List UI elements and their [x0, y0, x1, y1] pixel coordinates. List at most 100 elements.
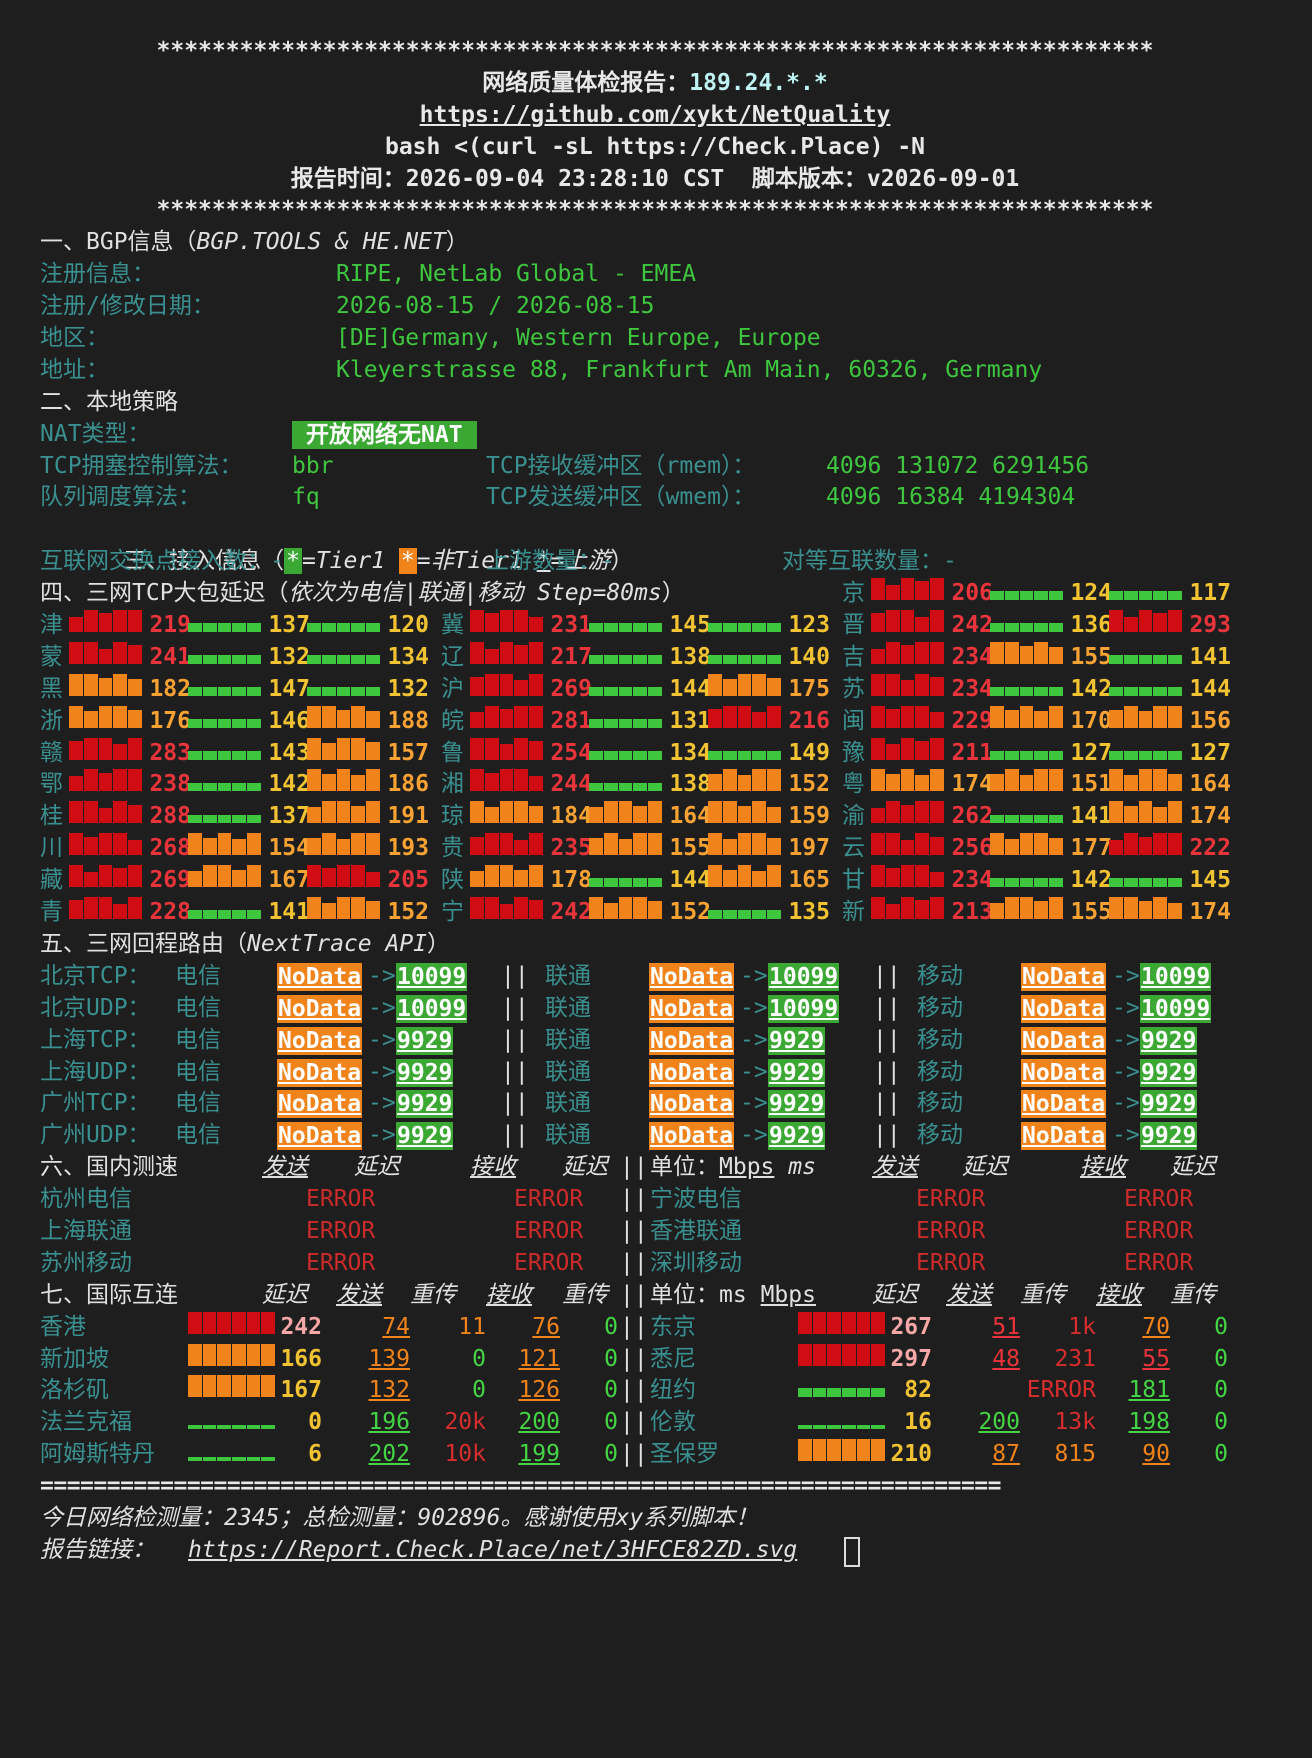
latency-bar	[589, 801, 663, 824]
latency-bar	[871, 737, 945, 760]
latency-bar	[708, 833, 782, 856]
latency-bar-segment	[798, 1387, 812, 1398]
intl-recv-value: 70	[1142, 1313, 1170, 1340]
latency-bar-segment	[514, 801, 529, 824]
latency-value: 155	[1070, 643, 1112, 670]
latency-bar-segment	[1049, 623, 1063, 633]
latency-bar-segment	[633, 655, 648, 664]
region-name: 闽	[842, 707, 865, 734]
route-as-number: 9929	[396, 1090, 454, 1119]
route-nodata: NoData	[277, 994, 363, 1023]
report-link[interactable]: https://Report.Check.Place/net/3HFCE82ZD…	[188, 1535, 797, 1567]
region-name: 云	[842, 835, 865, 862]
route-as-number: 10099	[396, 962, 468, 991]
route-isp: 移动	[917, 962, 963, 989]
latency-bar	[871, 897, 945, 920]
report-time: 报告时间：2026-09-04 23:28:10 CST 脚本版本：v2026-…	[290, 165, 1020, 192]
latency-bar-segment	[990, 878, 1004, 888]
latency-bar-segment	[246, 1343, 261, 1366]
latency-bar-segment	[871, 897, 885, 920]
repo-link[interactable]: https://github.com/xykt/NetQuality	[40, 100, 1270, 132]
intl-row: 阿姆斯特丹 6 202 10k 199 0 || 圣保罗 210 87 815 90 0	[40, 1439, 1280, 1471]
latency-value: 205	[387, 867, 429, 894]
latency-bar	[69, 641, 143, 664]
latency-bar-segment	[188, 750, 202, 760]
latency-bar-segment	[232, 782, 247, 792]
latency-value: 152	[788, 771, 830, 798]
region-name: 青	[40, 899, 63, 926]
latency-bar	[470, 737, 544, 760]
latency-value: 124	[1070, 580, 1112, 607]
intl-send-value: 132	[368, 1377, 410, 1404]
route-as-number: 10099	[768, 962, 840, 991]
latency-bar-segment	[752, 870, 767, 888]
latency-bar	[708, 610, 782, 633]
route-nodata: NoData	[649, 1090, 735, 1119]
latency-bar-segment	[514, 737, 529, 760]
latency-bar-segment	[217, 718, 232, 728]
latency-value: 144	[669, 675, 711, 702]
latency-bar	[69, 737, 143, 760]
route-sep: ||	[873, 1058, 901, 1085]
intl-node: 伦敦	[650, 1409, 696, 1436]
latency-bar-segment	[307, 769, 321, 792]
latency-bar-segment	[113, 833, 128, 856]
latency-bar-segment	[1168, 687, 1182, 696]
bgp-label: 注册信息：	[40, 261, 155, 288]
bgp-section-title: 一、BGP信息（BGP.TOOLS & HE.NET）	[40, 229, 469, 256]
latency-bar-segment	[648, 655, 662, 664]
latency-bar-segment	[366, 801, 380, 824]
route-label: 北京UDP：	[40, 994, 151, 1021]
latency-bar-segment	[767, 837, 781, 856]
route-nodata: NoData	[649, 994, 735, 1023]
route-arrow: ->	[368, 1026, 396, 1053]
intl-send-value: 74	[382, 1313, 410, 1340]
latency-bar-segment	[589, 750, 603, 760]
latency-bar-segment	[1123, 655, 1138, 664]
latency-bar-segment	[603, 782, 618, 792]
latency-bar-segment	[217, 1457, 232, 1462]
latency-bar-segment	[113, 769, 128, 792]
latency-bar-segment	[1034, 878, 1049, 888]
latency-bar-segment	[589, 687, 603, 696]
latency-bar-segment	[737, 805, 752, 824]
latency-bar	[307, 865, 381, 888]
latency-value: 165	[788, 867, 830, 894]
latency-bar-segment	[246, 1375, 261, 1398]
route-as-number: 9929	[1140, 1026, 1198, 1055]
intl-recv-retr: 0	[604, 1345, 618, 1372]
latency-bar-segment	[499, 801, 514, 824]
domestic-error: ERROR	[1124, 1186, 1194, 1213]
latency-bar-segment	[499, 610, 514, 633]
latency-bar-segment	[1153, 878, 1168, 888]
latency-bar-segment	[188, 1343, 202, 1366]
latency-bar-segment	[128, 645, 142, 664]
latency-bar	[1109, 705, 1183, 728]
latency-bar-segment	[217, 1425, 232, 1430]
latency-bar	[188, 865, 262, 888]
latency-bar-segment	[113, 744, 128, 760]
route-nodata: NoData	[277, 1026, 363, 1055]
route-isp: 电信	[175, 1026, 221, 1053]
route-nodata: NoData	[277, 1122, 363, 1151]
intl-latency-value: 267	[890, 1313, 932, 1340]
intl-row: 法兰克福 0 196 20k 200 0 || 伦敦 16 200 13k 198 0	[40, 1407, 1280, 1439]
latency-bar-segment	[217, 687, 232, 696]
latency-value: 211	[951, 739, 993, 766]
latency-bar	[871, 641, 945, 664]
latency-bar-segment	[261, 1457, 276, 1462]
latency-bar-segment	[188, 1457, 202, 1462]
intl-recv-value: 55	[1142, 1345, 1170, 1372]
latency-bar-segment	[990, 705, 1004, 728]
latency-bar-segment	[915, 774, 930, 792]
latency-bar-segment	[232, 655, 247, 664]
region-name: 宁	[441, 899, 464, 926]
latency-bar	[871, 578, 945, 601]
latency-bar-segment	[366, 833, 380, 856]
latency-value: 241	[149, 643, 191, 670]
latency-bar-segment	[529, 616, 543, 633]
latency-bar-segment	[1034, 591, 1049, 601]
latency-bar-segment	[1109, 839, 1123, 856]
latency-bar	[1109, 769, 1183, 792]
latency-bar-segment	[812, 1311, 827, 1334]
